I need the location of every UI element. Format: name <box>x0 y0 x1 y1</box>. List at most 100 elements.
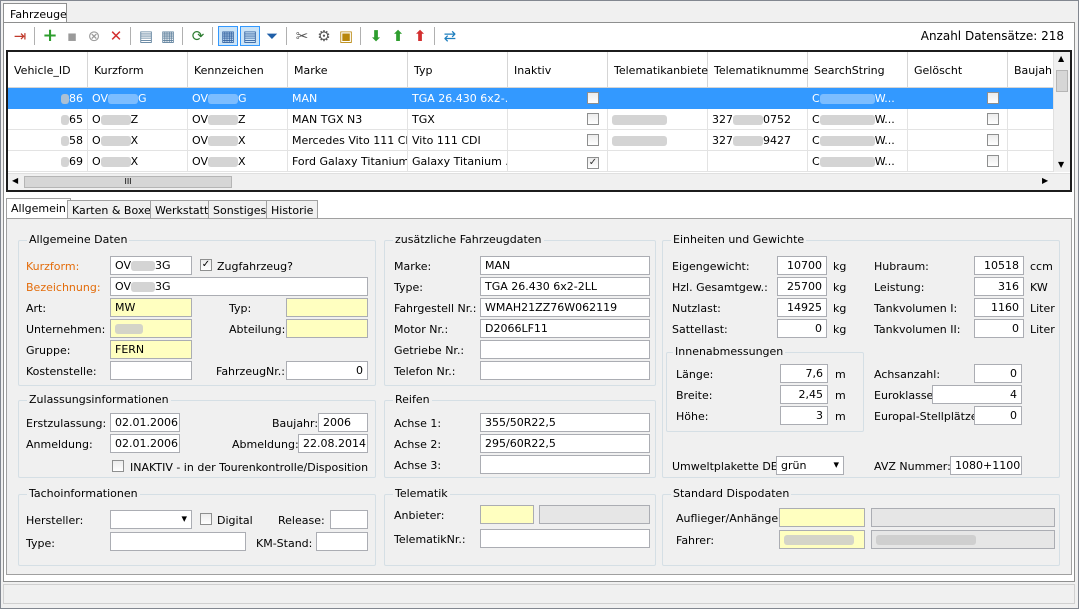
achse1-field[interactable]: 355/50R22,5 <box>480 413 650 432</box>
scroll-left-icon[interactable]: ◀ <box>12 176 18 185</box>
auflieger-field[interactable] <box>779 508 865 527</box>
abteilung-field[interactable] <box>286 319 368 338</box>
fahrgestell-field[interactable]: WMAH21ZZ76W062119 <box>480 298 650 317</box>
col-searchstring[interactable]: SearchString <box>808 52 908 88</box>
art-field[interactable]: MW <box>110 298 192 317</box>
fahrzeugnr-field[interactable]: 0 <box>286 361 368 380</box>
euroklasse-field[interactable]: 4 <box>932 385 1022 404</box>
type-field[interactable] <box>110 532 246 551</box>
truck-settings-icon[interactable]: ⚙ <box>314 26 334 46</box>
eigengewicht-field[interactable]: 10700 <box>777 256 827 275</box>
grid-vertical-scrollbar[interactable]: ▲ ▼ <box>1053 52 1070 172</box>
achse3-field[interactable] <box>480 455 650 474</box>
km-stand-field[interactable] <box>316 532 368 551</box>
umweltplakette-select[interactable]: grün <box>776 456 844 475</box>
checkbox[interactable] <box>587 134 599 146</box>
achse2-field[interactable]: 295/60R22,5 <box>480 434 650 453</box>
abmeldung-field[interactable]: 22.08.2014 <box>298 434 368 453</box>
export-icon[interactable]: ▤ <box>136 26 156 46</box>
hersteller-select[interactable] <box>110 510 192 529</box>
scroll-thumb[interactable] <box>1056 70 1068 92</box>
grid-view-icon[interactable]: ▦ <box>218 26 238 46</box>
hoehe-field[interactable]: 3 <box>780 406 828 425</box>
tab-sonstiges[interactable]: Sonstiges <box>208 200 272 219</box>
col-telematikanbieter[interactable]: Telematikanbieter <box>608 52 713 88</box>
delete-icon[interactable]: ✕ <box>106 26 126 46</box>
checkbox[interactable] <box>987 155 999 167</box>
inaktiv-checkbox[interactable] <box>112 460 124 472</box>
motor-field[interactable]: D2066LF11 <box>480 319 650 338</box>
tank1-field[interactable]: 1160 <box>974 298 1024 317</box>
tab-allgemein[interactable]: Allgemein <box>6 198 71 219</box>
gruppe-field[interactable]: FERN <box>110 340 192 359</box>
telefon-field[interactable] <box>480 361 650 380</box>
save-icon[interactable]: ▪ <box>62 26 82 46</box>
col-geloescht[interactable]: Gelöscht <box>908 52 1008 88</box>
tab-historie[interactable]: Historie <box>266 200 319 219</box>
telematiknr-field[interactable] <box>480 529 650 548</box>
sattellast-field[interactable]: 0 <box>777 319 827 338</box>
checkbox[interactable] <box>987 113 999 125</box>
scroll-right-icon[interactable]: ▶ <box>1042 176 1048 185</box>
refresh-icon[interactable]: ⟳ <box>188 26 208 46</box>
tools-icon[interactable]: ✂ <box>292 26 312 46</box>
report-icon[interactable]: ▦ <box>158 26 178 46</box>
col-vehicle-id[interactable]: Vehicle_ID <box>8 52 88 88</box>
getriebe-field[interactable] <box>480 340 650 359</box>
checkbox[interactable] <box>987 92 999 104</box>
tab-fahrzeuge[interactable]: Fahrzeuge <box>3 3 67 23</box>
cancel-icon[interactable]: ⊗ <box>84 26 104 46</box>
scroll-up-icon[interactable]: ▲ <box>1058 54 1064 63</box>
unternehmen-field[interactable] <box>110 319 192 338</box>
checkbox[interactable] <box>987 134 999 146</box>
arrow-down-icon[interactable]: ⬇ <box>366 26 386 46</box>
col-typ[interactable]: Typ <box>408 52 508 88</box>
exit-icon[interactable]: ⇥ <box>10 26 30 46</box>
release-field[interactable] <box>330 510 368 529</box>
form-view-icon[interactable]: ▤ <box>240 26 260 46</box>
marke-field[interactable]: MAN <box>480 256 650 275</box>
typ-field[interactable] <box>286 298 368 317</box>
fahrer-field[interactable] <box>779 530 865 549</box>
col-marke[interactable]: Marke <box>288 52 408 88</box>
zugfahrzeug-checkbox[interactable]: ✓ <box>200 259 212 271</box>
arrow-up-red-icon[interactable]: ⬆ <box>410 26 430 46</box>
col-kennzeichen[interactable]: Kennzeichen <box>188 52 288 88</box>
nutzlast-field[interactable]: 14925 <box>777 298 827 317</box>
avz-field[interactable]: 1080+1100 <box>950 456 1022 475</box>
bezeichnung-field[interactable]: OV 3G <box>110 277 368 296</box>
anmeldung-field[interactable]: 02.01.2006 <box>110 434 180 453</box>
filter-icon[interactable]: ⏷ <box>262 26 282 46</box>
anbieter-field[interactable] <box>480 505 534 524</box>
tank2-field[interactable]: 0 <box>974 319 1024 338</box>
tab-karten-boxen[interactable]: Karten & Boxen <box>67 200 163 219</box>
europal-field[interactable]: 0 <box>974 406 1022 425</box>
checkbox[interactable] <box>587 92 599 104</box>
laenge-field[interactable]: 7,6 <box>780 364 828 383</box>
hzl-field[interactable]: 25700 <box>777 277 827 296</box>
leistung-field[interactable]: 316 <box>974 277 1024 296</box>
kurzform-field[interactable]: OV 3G <box>110 256 192 275</box>
sync-icon[interactable]: ⇄ <box>440 26 460 46</box>
erstzulassung-field[interactable]: 02.01.2006 <box>110 413 180 432</box>
checkbox[interactable] <box>587 113 599 125</box>
col-baujahr[interactable]: Baujahr <box>1008 52 1058 88</box>
vehicle-card-icon[interactable]: ▣ <box>336 26 356 46</box>
add-icon[interactable]: + <box>40 26 60 46</box>
col-inaktiv[interactable]: Inaktiv <box>508 52 608 88</box>
hubraum-field[interactable]: 10518 <box>974 256 1024 275</box>
grid-horizontal-scrollbar[interactable]: ◀ III ▶ <box>8 173 1070 190</box>
checkbox-checked[interactable]: ✓ <box>587 157 599 169</box>
achsanzahl-field[interactable]: 0 <box>974 364 1022 383</box>
kostenstelle-field[interactable] <box>110 361 192 380</box>
baujahr-field[interactable]: 2006 <box>318 413 368 432</box>
scroll-down-icon[interactable]: ▼ <box>1058 160 1064 169</box>
arrow-up-icon[interactable]: ⬆ <box>388 26 408 46</box>
col-telematiknummer[interactable]: Telematiknummer <box>708 52 813 88</box>
digital-checkbox[interactable] <box>200 513 212 525</box>
col-kurzform[interactable]: Kurzform <box>88 52 188 88</box>
scroll-thumb[interactable]: III <box>24 176 232 188</box>
breite-field[interactable]: 2,45 <box>780 385 828 404</box>
tab-werkstatt[interactable]: Werkstatt <box>150 200 214 219</box>
type-field[interactable]: TGA 26.430 6x2-2LL <box>480 277 650 296</box>
